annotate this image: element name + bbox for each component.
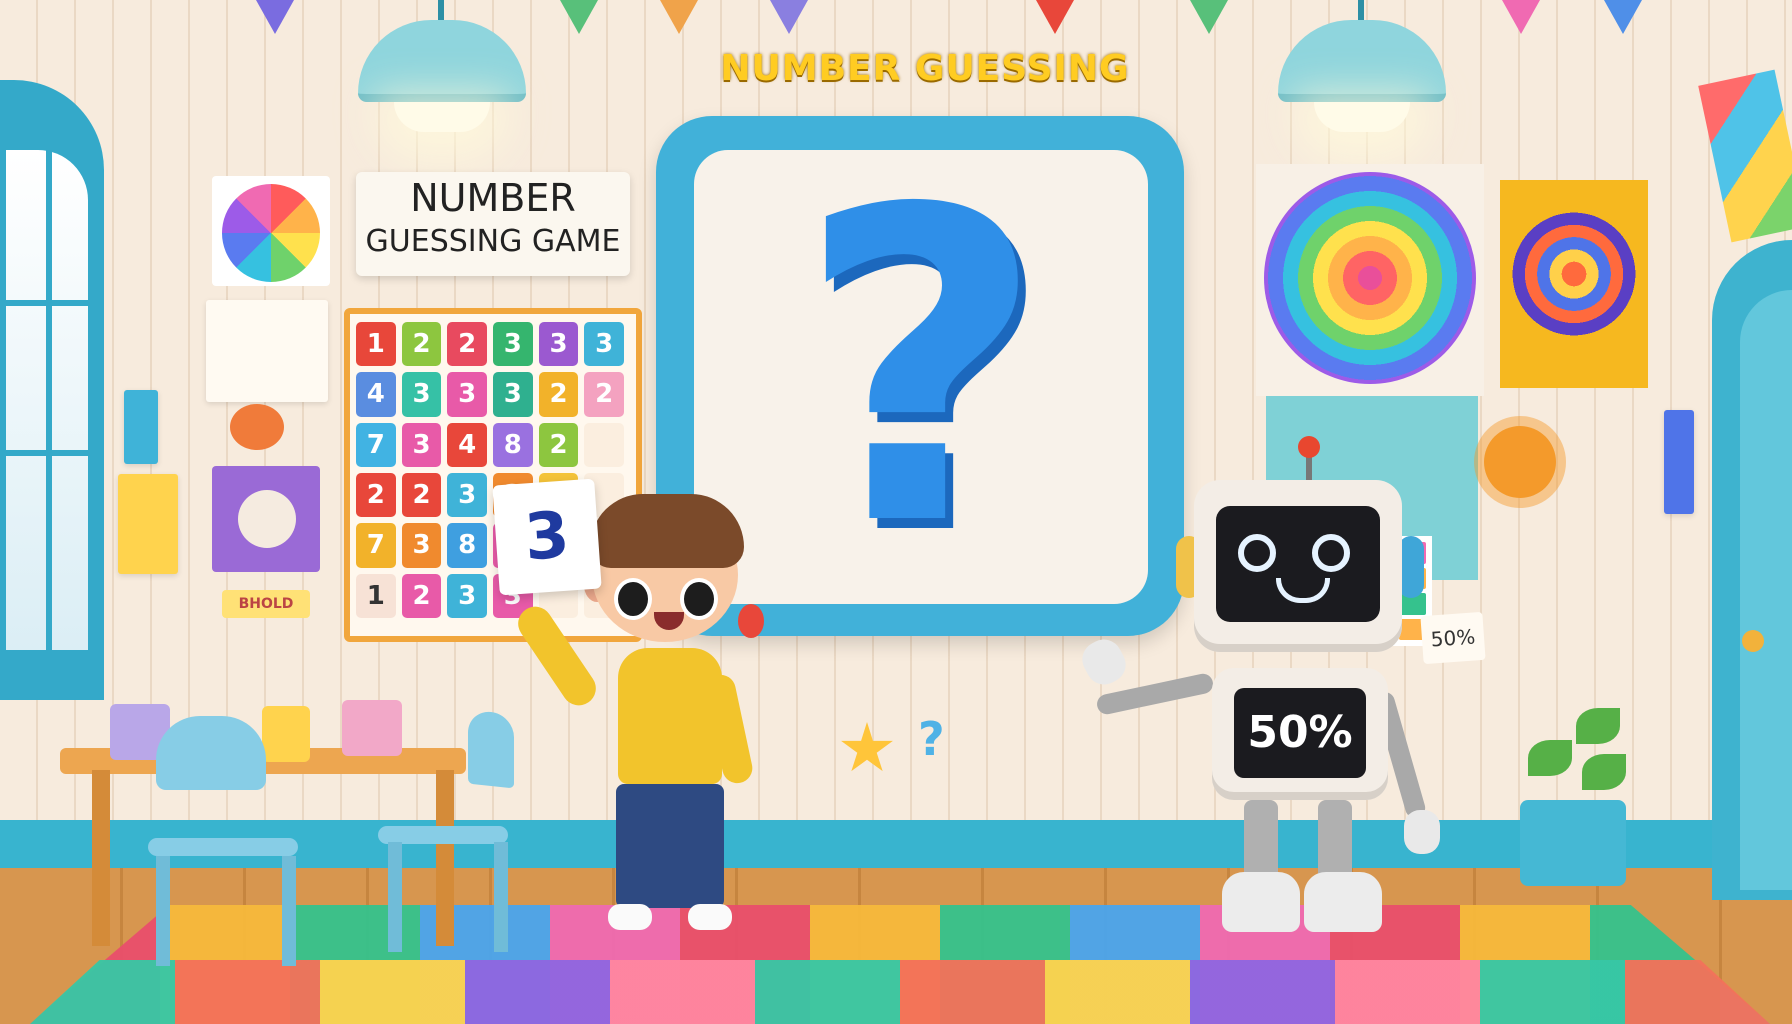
number-tile: 3	[401, 372, 442, 417]
window-bar	[46, 150, 52, 650]
doodle-poster	[206, 300, 328, 402]
number-tile: 3	[493, 372, 533, 417]
child-ear	[738, 604, 764, 638]
child-sweater	[618, 648, 722, 784]
robot-foot	[1222, 872, 1300, 932]
small-question-icon: ?	[918, 712, 945, 766]
window-bar	[6, 300, 88, 306]
number-tile: 2	[447, 322, 487, 367]
number-tile: 3	[538, 322, 579, 367]
table-leg	[436, 770, 454, 946]
child-shoe	[688, 904, 732, 930]
block-icon	[262, 706, 310, 762]
number-tile: 3	[447, 573, 487, 618]
child-eye	[614, 578, 652, 620]
child-eye	[680, 578, 718, 620]
number-tile: 8	[493, 422, 533, 467]
number-tile: 3	[447, 472, 487, 518]
robot-eye	[1238, 534, 1276, 572]
number-tile: 3	[584, 322, 624, 367]
number-tile: 4	[447, 422, 487, 467]
chair-back	[468, 709, 514, 789]
circle-icon	[238, 490, 296, 548]
child-legs	[616, 784, 724, 908]
chair-leg	[494, 842, 508, 952]
colorful-rug-front	[30, 960, 1770, 1024]
lamp-bulb	[394, 102, 490, 132]
craft-cup-icon	[342, 700, 402, 756]
sign-line-1: NUMBER	[410, 176, 576, 220]
number-tile: 1	[356, 322, 396, 367]
number-tile: 3	[493, 322, 533, 367]
window-bar	[6, 450, 88, 456]
lamp-bulb	[1314, 102, 1410, 132]
door[interactable]	[1740, 290, 1792, 890]
game-title: NUMBER GUESSING	[720, 48, 1130, 89]
door-knob-icon[interactable]	[1742, 630, 1764, 652]
chair-back	[156, 716, 266, 790]
sign-line-2: GUESSING GAME	[365, 224, 621, 259]
number-tile: 3	[401, 523, 442, 568]
robot-antenna-light	[1298, 436, 1320, 458]
plant-leaf	[1576, 708, 1620, 744]
pinwheel-icon	[222, 184, 320, 282]
number-tile: 7	[356, 422, 396, 467]
percent-tag: 50%	[1420, 611, 1486, 665]
plant-leaf	[1582, 754, 1626, 790]
number-tile: 2	[584, 372, 624, 417]
child-hair	[590, 494, 744, 568]
number-tile: 1	[356, 573, 396, 618]
wall-drawing	[118, 474, 178, 574]
number-tile: 4	[356, 372, 396, 417]
chair-leg	[388, 842, 402, 952]
number-tile: 2	[401, 322, 442, 367]
sun-icon	[1484, 426, 1556, 498]
plant-leaf	[1528, 740, 1572, 776]
number-tile: 2	[401, 472, 442, 518]
wall-label: BHOLD	[222, 590, 310, 618]
guess-card[interactable]: 3	[492, 478, 602, 596]
lamp-cord	[438, 0, 444, 22]
plant-pot	[1520, 800, 1626, 886]
number-tile: 2	[538, 372, 579, 417]
chair-seat	[148, 838, 298, 856]
wall-drawing	[1664, 410, 1694, 514]
number-tile	[584, 422, 624, 467]
number-tile: 3	[401, 422, 442, 467]
number-tile: 2	[538, 422, 579, 467]
rainbow-spiral-icon	[1264, 172, 1476, 384]
child-shoe	[608, 904, 652, 930]
number-tile: 8	[447, 523, 487, 568]
number-tile: 2	[356, 472, 396, 518]
chair-leg	[156, 856, 170, 966]
robot-probability-display: 50%	[1234, 688, 1366, 778]
question-mark-icon: ?	[796, 120, 1046, 620]
table-leg	[92, 770, 110, 946]
robot-foot	[1304, 872, 1382, 932]
number-tile: 7	[356, 523, 396, 568]
robot-eye	[1312, 534, 1350, 572]
wall-drawing	[124, 390, 158, 464]
number-tile: 2	[401, 573, 442, 618]
chair-leg	[282, 856, 296, 966]
robot-hand	[1404, 810, 1440, 854]
sun-decoration-icon	[230, 404, 284, 450]
spiral-drawing-icon	[1512, 212, 1636, 336]
lamp-cord	[1358, 0, 1364, 22]
number-tile: 3	[447, 372, 487, 417]
